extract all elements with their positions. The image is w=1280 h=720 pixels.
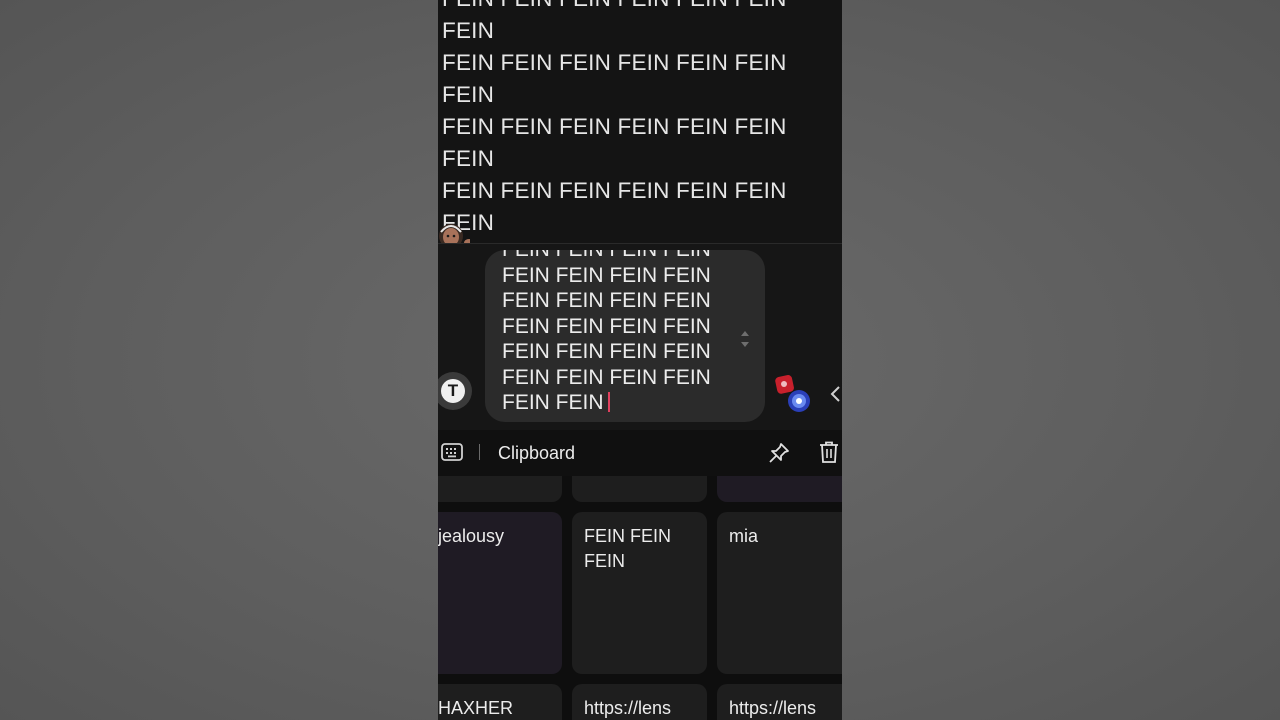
message-input-text: FEIN FEIN FEIN FEIN FEIN FEIN FEIN FEIN … <box>502 250 711 414</box>
phone-screen: FEIN FEIN FEIN FEIN FEIN FEIN FEIN FEIN … <box>438 0 842 720</box>
clipboard-toolbar: Clipboard <box>438 430 842 476</box>
clipboard-item[interactable]: mia <box>717 512 842 674</box>
chat-area[interactable]: FEIN FEIN FEIN FEIN FEIN FEIN FEIN FEIN … <box>438 0 842 244</box>
clipboard-item[interactable]: HAXHER <box>438 684 562 720</box>
clipboard-item[interactable]: https://lens <box>717 684 842 720</box>
avatar[interactable] <box>438 218 470 244</box>
sticker-icon[interactable] <box>774 373 816 415</box>
clipboard-item[interactable]: https://lens <box>572 684 707 720</box>
clipboard-item[interactable]: FEIN FEIN FEIN <box>572 512 707 674</box>
trash-icon[interactable] <box>818 440 840 464</box>
text-cursor <box>607 392 610 412</box>
text-style-icon: T <box>441 379 465 403</box>
keyboard-icon[interactable] <box>441 443 463 461</box>
message-input[interactable]: FEIN FEIN FEIN FEIN FEIN FEIN FEIN FEIN … <box>485 250 765 422</box>
toolbar-separator <box>479 444 480 460</box>
clipboard-item[interactable]: jealousy <box>438 512 562 674</box>
compose-area: T FEIN FEIN FEIN FEIN FEIN FEIN FEIN FEI… <box>438 244 842 430</box>
clipboard-item[interactable] <box>572 476 707 502</box>
chevron-left-icon[interactable] <box>829 385 841 403</box>
clipboard-item[interactable] <box>717 476 842 502</box>
text-style-button[interactable]: T <box>438 372 472 410</box>
clipboard-title: Clipboard <box>498 443 576 463</box>
pin-icon[interactable] <box>767 441 791 465</box>
scroll-arrows-icon[interactable] <box>739 328 751 350</box>
clipboard-grid: jealousy FEIN FEIN FEIN mia HAXHER https… <box>438 476 842 720</box>
sent-message-text: FEIN FEIN FEIN FEIN FEIN FEIN FEIN FEIN … <box>442 0 787 244</box>
clipboard-item[interactable] <box>438 476 562 502</box>
